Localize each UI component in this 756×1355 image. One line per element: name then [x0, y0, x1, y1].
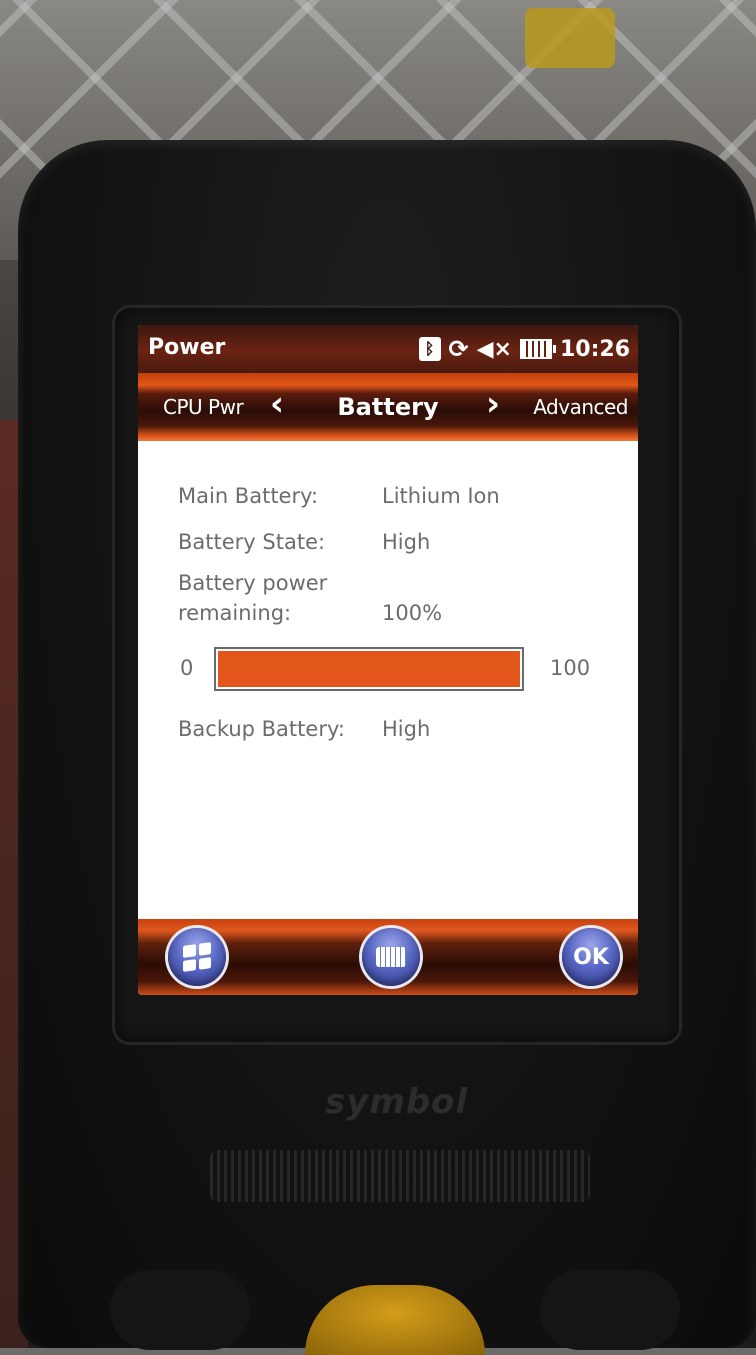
ok-button[interactable]: OK [562, 928, 620, 986]
device-left-key [110, 1270, 250, 1350]
device-right-key [540, 1270, 680, 1350]
device-brand-logo: symbol [325, 1082, 469, 1122]
main-battery-value: Lithium Ion [382, 484, 500, 508]
battery-icon[interactable] [519, 339, 556, 359]
battery-state-value: High [382, 530, 431, 554]
start-button[interactable] [168, 928, 226, 986]
bluetooth-icon[interactable]: ᛒ [418, 337, 441, 361]
keyboard-button[interactable] [362, 928, 420, 986]
power-remaining-value: 100% [382, 601, 443, 625]
power-remaining-label-line2: remaining: [178, 601, 292, 625]
battery-panel: Main Battery: Lithium Ion Battery State:… [138, 441, 638, 919]
progress-min-label: 0 [180, 656, 194, 680]
battery-state-label: Battery State: [178, 530, 326, 554]
sync-icon[interactable]: ⟳ [449, 335, 469, 363]
windows-logo-icon [183, 942, 211, 972]
speaker-muted-icon[interactable]: ◀× [477, 337, 512, 362]
app-title: Power [148, 335, 226, 360]
progress-max-label: 100 [550, 656, 591, 680]
device-speaker-grille [210, 1150, 590, 1202]
battery-progress-fill [218, 651, 520, 687]
chevron-right-icon[interactable]: › [486, 387, 500, 421]
power-remaining-label-line1: Battery power [178, 571, 328, 595]
device-screen: Power ᛒ ⟳ ◀× 10:26 CPU Pwr ‹ Battery › A… [138, 325, 638, 995]
backup-battery-value: High [382, 717, 431, 741]
clock[interactable]: 10:26 [560, 337, 630, 362]
battery-progress-bar [214, 647, 524, 691]
tab-bar: CPU Pwr ‹ Battery › Advanced [138, 373, 638, 441]
background-yellow-post [525, 8, 615, 68]
softkey-bar: OK [138, 919, 638, 995]
main-battery-label: Main Battery: [178, 484, 319, 508]
status-icons: ᛒ ⟳ ◀× 10:26 [418, 334, 630, 364]
keyboard-icon [376, 947, 406, 967]
title-bar: Power ᛒ ⟳ ◀× 10:26 [138, 325, 638, 373]
tab-advanced[interactable]: Advanced [533, 395, 628, 419]
backup-battery-label: Backup Battery: [178, 717, 345, 741]
